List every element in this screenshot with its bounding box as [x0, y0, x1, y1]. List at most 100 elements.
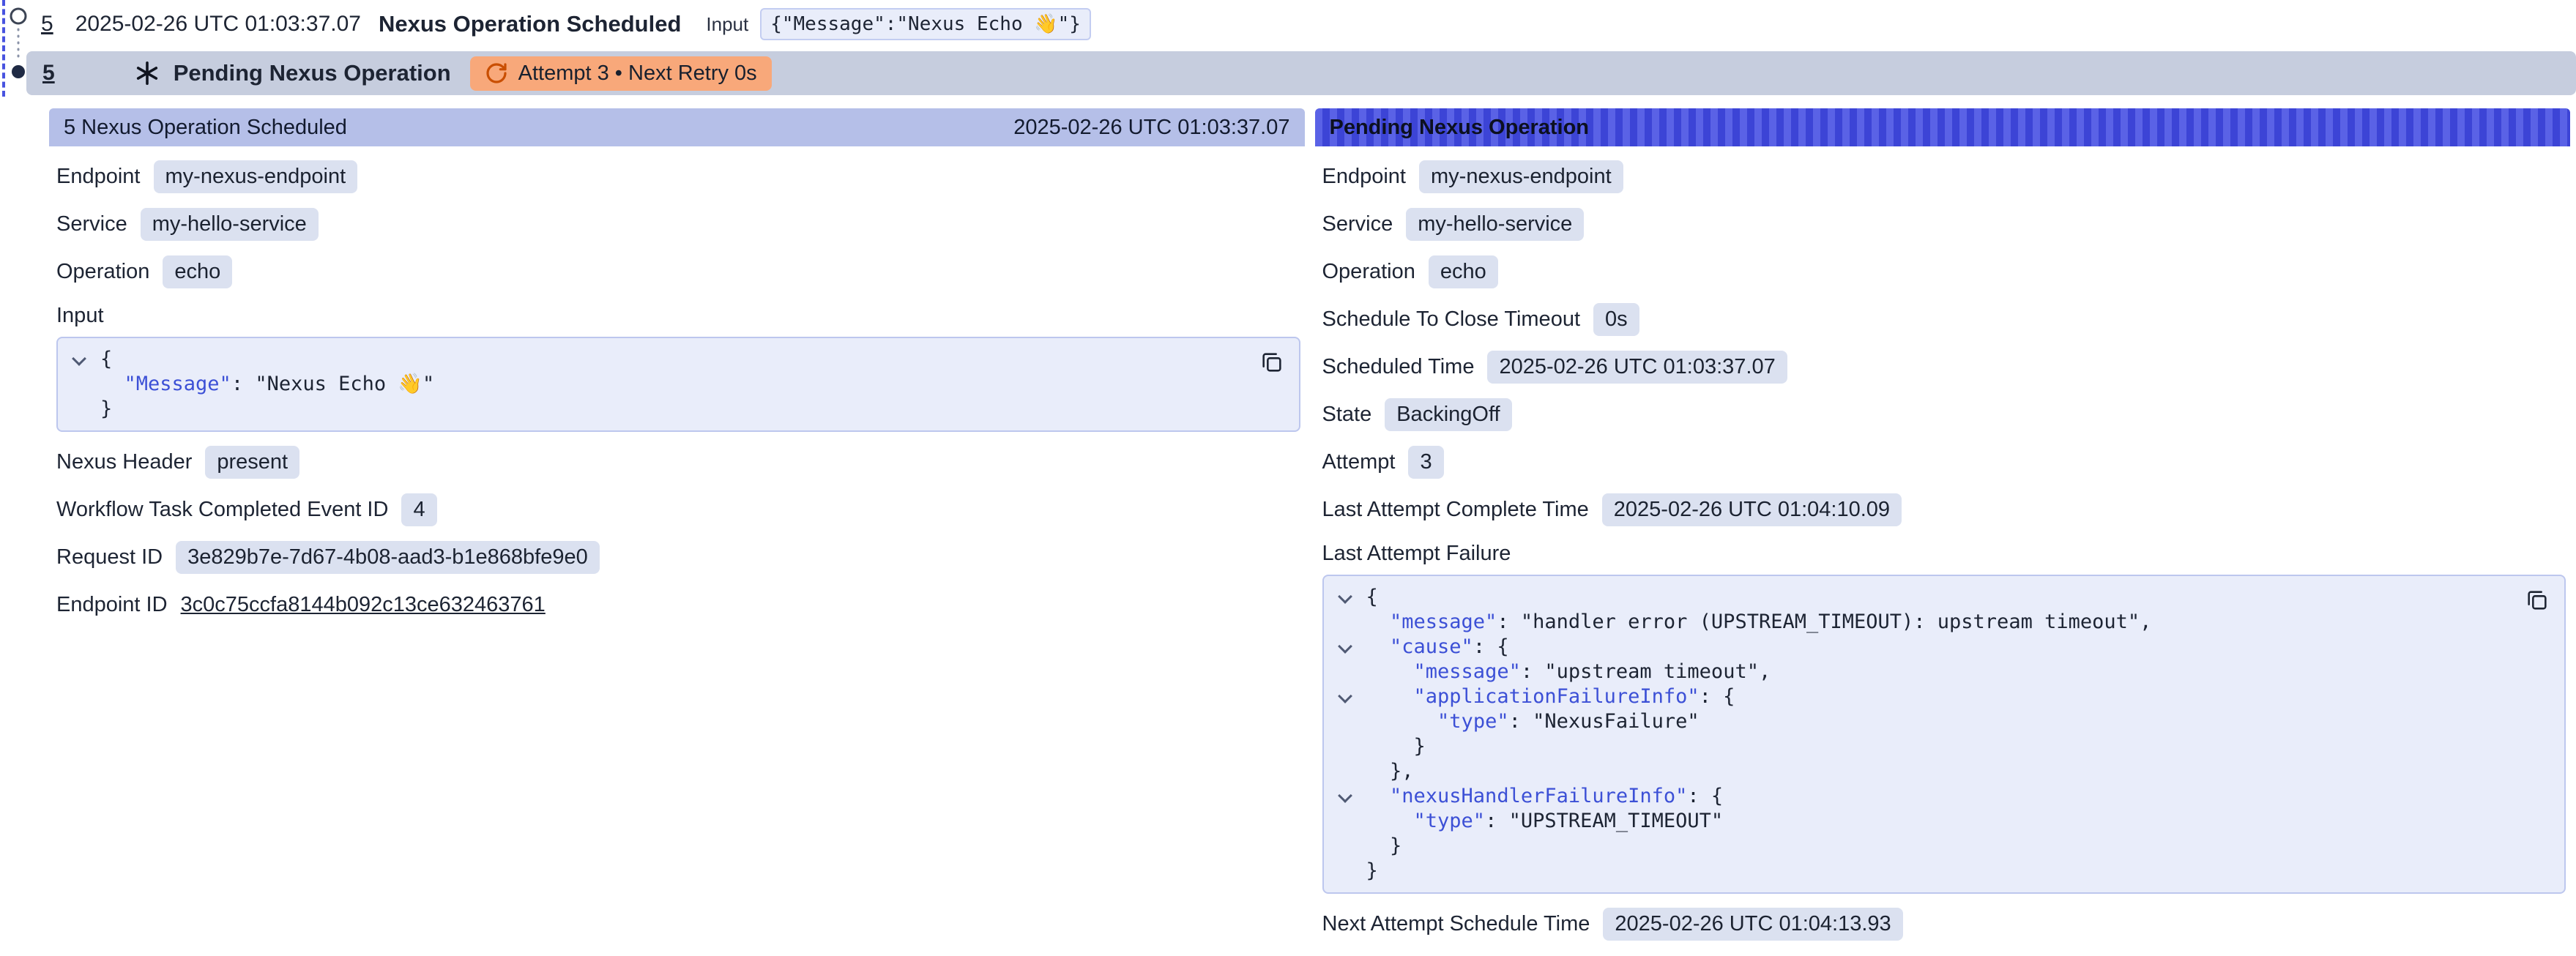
field-value-chip: my-hello-service [141, 208, 319, 241]
field-value-chip: my-hello-service [1406, 208, 1584, 241]
field-value-chip: 0s [1593, 303, 1639, 336]
code-text: }, [1366, 759, 1414, 784]
copy-button[interactable] [1257, 347, 1287, 378]
fold-gutter [1324, 834, 1366, 859]
code-line: "message": "handler error (UPSTREAM_TIME… [1324, 610, 2547, 635]
collapse-toggle-icon[interactable] [1324, 635, 1366, 660]
code-text: } [1366, 734, 1426, 759]
field-label: Workflow Task Completed Event ID [56, 498, 388, 522]
event-id-link[interactable]: 5 [41, 12, 53, 37]
code-line: "type": "NexusFailure" [1324, 709, 2547, 734]
code-text: "message": "handler error (UPSTREAM_TIME… [1366, 610, 2152, 635]
pending-panel-body: Endpoint my-nexus-endpoint Servicemy-hello… [1315, 159, 2571, 941]
input-block-label: Input [56, 304, 1300, 328]
field-value-chip: BackingOff [1385, 398, 1511, 431]
field-value-chip: 2025-02-26 UTC 01:04:10.09 [1602, 493, 1902, 526]
fold-gutter [1324, 660, 1366, 684]
timeline-graphic [7, 0, 31, 110]
fold-gutter [1324, 709, 1366, 734]
code-line: } [1324, 834, 2547, 859]
field-operation: Operation echo [56, 254, 1300, 289]
field-value-link[interactable]: 3c0c75ccfa8144b092c13ce632463761 [181, 593, 546, 617]
code-text: { [1366, 585, 1378, 610]
code-text: "type": "NexusFailure" [1366, 709, 1700, 734]
field-endpoint-id: Endpoint ID 3c0c75ccfa8144b092c13ce632463… [56, 587, 1300, 622]
field-label: Endpoint ID [56, 593, 168, 617]
event-title: Nexus Operation Scheduled [379, 11, 681, 37]
event-summary-row[interactable]: 5 2025-02-26 UTC 01:03:37.07 Nexus Opera… [0, 0, 2576, 48]
code-text: } [1366, 834, 1402, 859]
event-panel-header: 5 Nexus Operation Scheduled 2025-02-26 U… [49, 108, 1305, 146]
field-value-chip: 3e829b7e-7d67-4b08-aad3-b1e868bfe9e0 [176, 541, 600, 574]
collapse-toggle-icon[interactable] [1324, 784, 1366, 809]
pending-operation-row[interactable]: 5 Pending Nexus Operation Attempt 3 • Ne… [26, 51, 2576, 95]
collapse-toggle-icon[interactable] [1324, 684, 1366, 709]
field-label: State [1322, 403, 1372, 427]
field-endpoint: Endpointmy-nexus-endpoint [56, 159, 1300, 194]
collapse-toggle-icon[interactable] [58, 347, 100, 372]
field-value-chip: 3 [1408, 446, 1443, 479]
field-label: Schedule To Close Timeout [1322, 307, 1581, 332]
pending-panel-header: Pending Nexus Operation [1315, 108, 2571, 146]
code-line: } [1324, 734, 2547, 759]
failure-block-label: Last Attempt Failure [1322, 542, 2566, 566]
field-label: Operation [56, 260, 149, 284]
collapse-toggle-icon[interactable] [1324, 585, 1366, 610]
event-panel-body: Endpointmy-nexus-endpoint Service my-hello… [49, 159, 1305, 622]
code-text: { [100, 347, 112, 372]
field-state: State BackingOff [1322, 397, 2566, 432]
field-service: Service my-hello-service [56, 206, 1300, 242]
code-line: { [1324, 585, 2547, 610]
field-scheduled-time: Scheduled Time2025-02-26 UTC 01:03:37.07 [1322, 349, 2566, 384]
field-next-attempt-schedule-time: Next Attempt Schedule Time 2025-02-26 UTC… [1322, 906, 2566, 941]
field-label: Next Attempt Schedule Time [1322, 912, 1590, 936]
field-label: Attempt [1322, 450, 1396, 474]
field-attempt: Attempt 3 [1322, 444, 2566, 479]
detail-panels: 5 Nexus Operation Scheduled 2025-02-26 U… [49, 108, 2570, 954]
copy-icon [1259, 350, 1284, 375]
field-value-chip: echo [163, 255, 232, 288]
fold-gutter [58, 372, 100, 397]
event-detail-panel: 5 Nexus Operation Scheduled 2025-02-26 U… [49, 108, 1305, 635]
copy-button[interactable] [2522, 585, 2553, 616]
pending-detail-panel: Pending Nexus Operation Endpoint my-nexus… [1315, 108, 2571, 954]
field-request-id: Request ID3e829b7e-7d67-4b08-aad3-b1e868… [56, 539, 1300, 575]
code-line: "nexusHandlerFailureInfo": { [1324, 784, 2547, 809]
code-line: }, [1324, 759, 2547, 784]
code-line: } [1324, 859, 2547, 884]
field-label: Endpoint [1322, 165, 1407, 189]
fold-gutter [58, 397, 100, 422]
code-text: } [1366, 859, 1378, 884]
field-service: Servicemy-hello-service [1322, 206, 2566, 242]
field-schedule-to-close-timeout: Schedule To Close Timeout 0s [1322, 302, 2566, 337]
field-nexus-header: Nexus Headerpresent [56, 444, 1300, 479]
failure-json-block: { "message": "handler error (UPSTREAM_TI… [1322, 575, 2566, 894]
code-text: "applicationFailureInfo": { [1366, 684, 1735, 709]
event-history-page: 5 2025-02-26 UTC 01:03:37.07 Nexus Opera… [0, 0, 2576, 956]
field-label: Service [56, 212, 127, 236]
field-value-chip: 4 [401, 493, 436, 526]
code-line: "Message": "Nexus Echo 👋" [58, 372, 1281, 397]
field-label: Last Attempt Complete Time [1322, 498, 1589, 522]
input-label: Input [706, 13, 748, 36]
code-text: "Message": "Nexus Echo 👋" [100, 372, 434, 397]
pending-panel-title: Pending Nexus Operation [1330, 116, 1590, 140]
field-label: Endpoint [56, 165, 141, 189]
code-line: "applicationFailureInfo": { [1324, 684, 2547, 709]
code-text: "message": "upstream timeout", [1366, 660, 1771, 684]
field-operation: Operationecho [1322, 254, 2566, 289]
expanded-row-guide [2, 0, 5, 97]
field-label: Scheduled Time [1322, 355, 1475, 379]
code-line: "message": "upstream timeout", [1324, 660, 2547, 684]
field-workflow-task-completed-event-id: Workflow Task Completed Event ID 4 [56, 492, 1300, 527]
field-value-chip: 2025-02-26 UTC 01:04:13.93 [1603, 908, 1902, 941]
fold-gutter [1324, 859, 1366, 884]
timeline-node-icon [11, 9, 26, 23]
retry-badge: Attempt 3 • Next Retry 0s [470, 56, 772, 91]
field-endpoint: Endpoint my-nexus-endpoint [1322, 159, 2566, 194]
timeline-dot-icon [12, 65, 25, 78]
field-value-chip: my-nexus-endpoint [1419, 160, 1623, 193]
input-json-block: { "Message": "Nexus Echo 👋"} [56, 337, 1300, 432]
code-text: "type": "UPSTREAM_TIMEOUT" [1366, 809, 1724, 834]
pending-event-id-link[interactable]: 5 [42, 61, 55, 86]
